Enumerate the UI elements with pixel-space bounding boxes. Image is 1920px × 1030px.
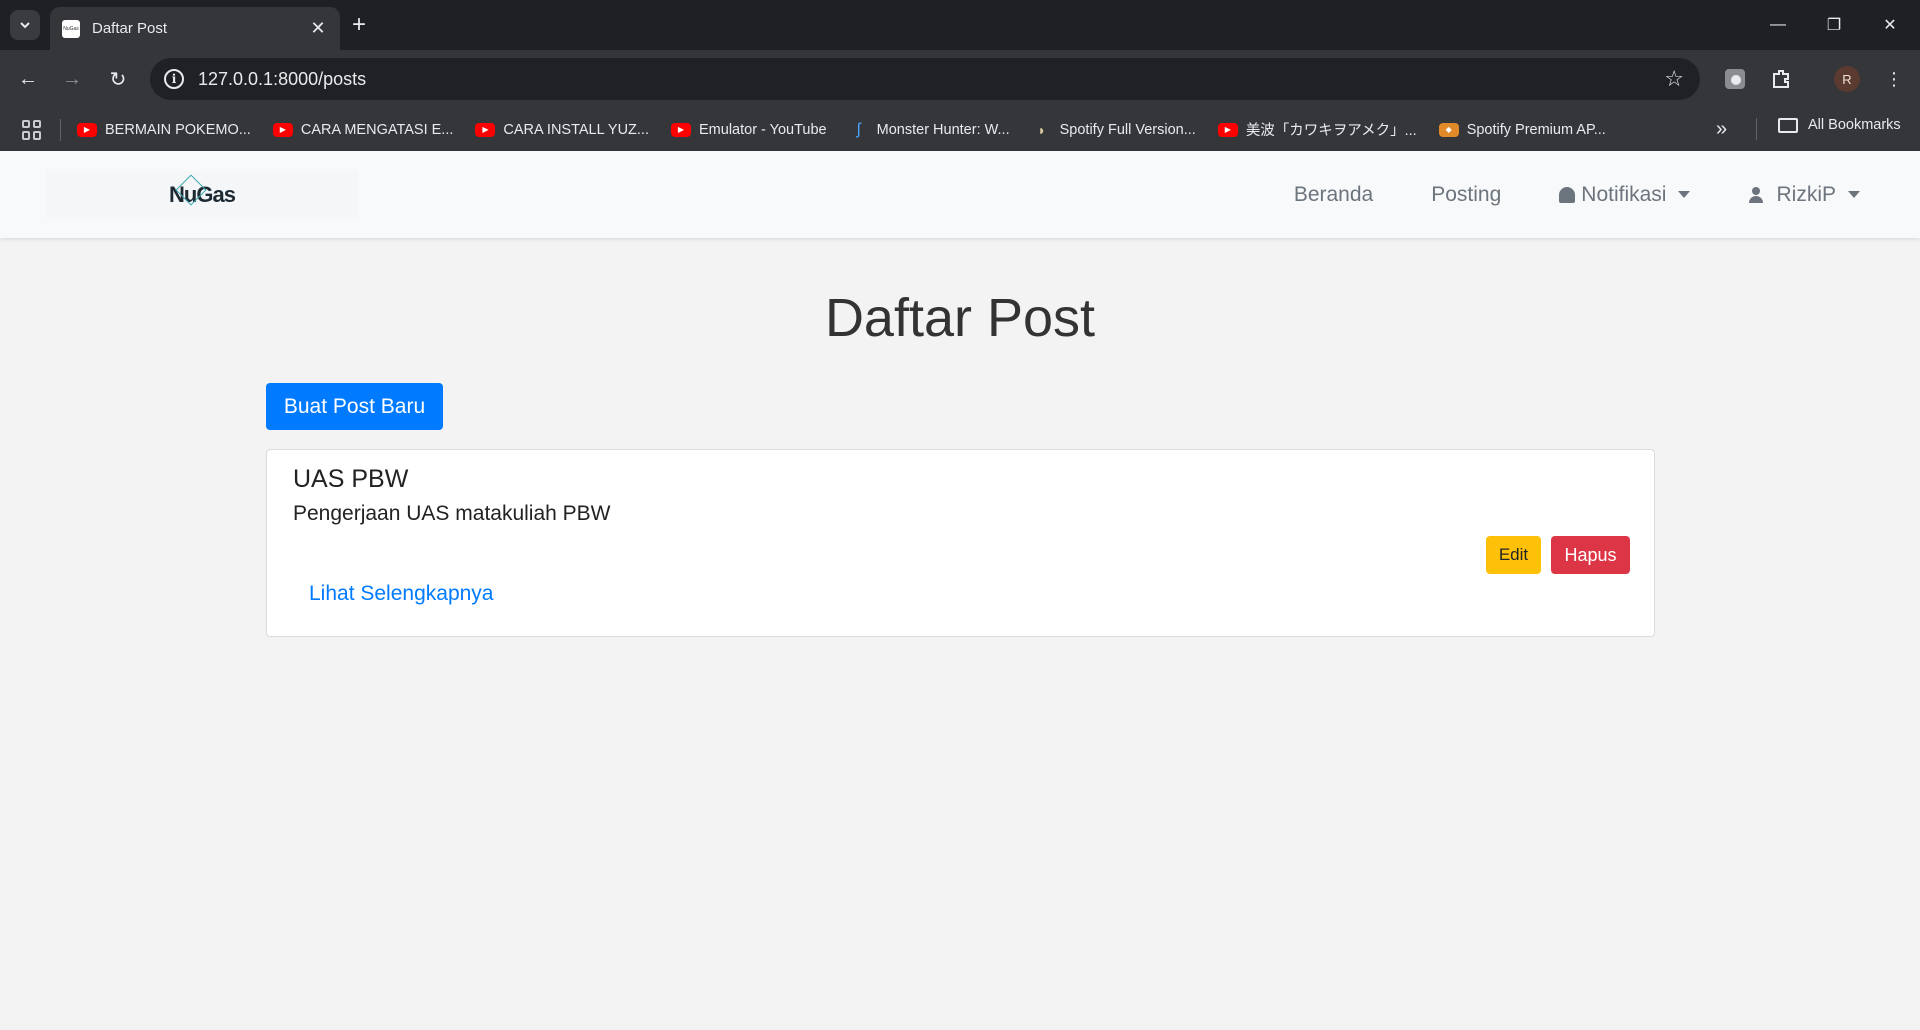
minimize-icon[interactable]: —	[1750, 0, 1806, 50]
nav-user-dropdown[interactable]: RizkiP	[1748, 183, 1860, 207]
menu-kebab-icon[interactable]: ⋮	[1880, 65, 1908, 93]
reload-icon[interactable]: ↻	[104, 65, 132, 93]
nav-beranda[interactable]: Beranda	[1294, 183, 1373, 207]
brand-logo[interactable]: NuGas	[46, 171, 358, 219]
nav-notifikasi-label: Notifikasi	[1581, 182, 1667, 206]
page-content: NuGas Beranda Posting Notifikasi RizkiP …	[0, 151, 1920, 1030]
bookmark-star-icon[interactable]: ☆	[1664, 66, 1684, 92]
user-icon	[1748, 186, 1764, 203]
create-post-button[interactable]: Buat Post Baru	[266, 383, 443, 430]
extensions-puzzle-icon[interactable]	[1767, 65, 1795, 93]
site-navbar: NuGas Beranda Posting Notifikasi RizkiP	[0, 151, 1920, 238]
tab-favicon-icon: NuGas	[62, 19, 80, 38]
tab-close-icon[interactable]: ✕	[308, 18, 328, 39]
youtube-icon: ▶	[272, 122, 293, 137]
bookmark-label: Monster Hunter: W...	[876, 121, 1010, 138]
nav-posting[interactable]: Posting	[1431, 183, 1501, 207]
edit-post-button[interactable]: Edit	[1486, 536, 1541, 574]
spotify-premium-icon: ◆	[1438, 122, 1459, 137]
nav-links: Beranda Posting Notifikasi RizkiP	[1236, 151, 1860, 238]
bookmark-label: Emulator - YouTube	[699, 121, 827, 138]
bookmark-item[interactable]: ▶ CARA MENGATASI E...	[272, 121, 454, 138]
profile-avatar[interactable]: R	[1834, 66, 1860, 92]
apps-grid-icon[interactable]	[22, 119, 42, 140]
browser-toolbar: ← → ↻ i 127.0.0.1:8000/posts ☆ R ⋮	[0, 50, 1920, 108]
bookmark-label: Spotify Full Version...	[1059, 121, 1196, 138]
address-url[interactable]: 127.0.0.1:8000/posts	[198, 69, 1664, 90]
caret-down-icon	[1678, 191, 1691, 198]
bookmark-item[interactable]: ▶ Emulator - YouTube	[671, 122, 827, 138]
youtube-icon: ▶	[1217, 122, 1238, 137]
nav-notifikasi-dropdown[interactable]: Notifikasi	[1559, 182, 1691, 207]
restore-icon[interactable]: ❐	[1806, 0, 1862, 50]
all-bookmarks-label: All Bookmarks	[1808, 117, 1901, 133]
all-bookmarks-button[interactable]: All Bookmarks	[1778, 117, 1901, 133]
caret-down-icon	[1848, 191, 1860, 198]
tab-title: Daftar Post	[92, 20, 168, 37]
bookmark-label: Spotify Premium AP...	[1466, 121, 1606, 138]
page-title: Daftar Post	[824, 288, 1096, 348]
bookmark-item[interactable]: ▶ CARA INSTALL YUZ...	[475, 122, 649, 138]
chevron-down-icon	[20, 22, 30, 29]
back-arrow-icon[interactable]: ←	[14, 65, 42, 93]
bookmark-item[interactable]: ◆ Spotify Premium AP...	[1438, 121, 1606, 138]
browser-tabstrip: NuGas Daftar Post ✕ + — ❐ ✕	[0, 0, 1920, 50]
view-more-link[interactable]: Lihat Selengkapnya	[309, 582, 493, 606]
site-info-icon[interactable]: i	[164, 69, 184, 89]
post-body: Pengerjaan UAS matakuliah PBW	[293, 502, 611, 525]
bookmark-item[interactable]: ▶ 美波「カワキヲアメク」...	[1217, 119, 1417, 140]
nav-user-label: RizkiP	[1776, 182, 1836, 206]
bookmark-item[interactable]: ▶ BERMAIN POKEMO...	[77, 122, 251, 138]
close-window-icon[interactable]: ✕	[1862, 0, 1918, 50]
youtube-icon: ▶	[475, 122, 496, 137]
more-bookmarks-icon[interactable]: »	[1716, 118, 1727, 141]
bookmark-item[interactable]: ◗ Spotify Full Version...	[1032, 121, 1196, 138]
bookmarks-divider	[60, 118, 61, 141]
delete-post-button[interactable]: Hapus	[1551, 536, 1630, 574]
bookmarks-bar: ▶ BERMAIN POKEMO... ▶ CARA MENGATASI E..…	[0, 108, 1920, 151]
forward-arrow-icon[interactable]: →	[58, 65, 86, 93]
bookmark-label: CARA MENGATASI E...	[300, 121, 454, 138]
post-card: UAS PBW Pengerjaan UAS matakuliah PBW Ed…	[266, 449, 1655, 637]
bookmark-label: BERMAIN POKEMO...	[105, 121, 251, 138]
bell-icon	[1559, 186, 1576, 203]
extension-app-icon[interactable]	[1721, 65, 1749, 93]
address-bar[interactable]: i 127.0.0.1:8000/posts ☆	[150, 58, 1700, 100]
new-tab-icon[interactable]: +	[352, 12, 366, 38]
youtube-icon: ▶	[77, 122, 97, 137]
post-title: UAS PBW	[293, 465, 409, 493]
bookmarks-divider	[1756, 118, 1757, 140]
tab-daftar-post[interactable]: NuGas Daftar Post ✕	[50, 7, 340, 50]
folder-icon	[1778, 117, 1798, 133]
monster-hunter-icon: ʃ	[856, 120, 861, 138]
bookmark-label: 美波「カワキヲアメク」...	[1245, 123, 1417, 139]
youtube-icon: ▶	[671, 122, 691, 137]
spotify-icon: ◗	[1037, 121, 1046, 138]
tab-search-button[interactable]	[10, 10, 40, 40]
bookmark-item[interactable]: ʃ Monster Hunter: W...	[849, 120, 1010, 138]
bookmark-label: CARA INSTALL YUZ...	[503, 121, 649, 138]
